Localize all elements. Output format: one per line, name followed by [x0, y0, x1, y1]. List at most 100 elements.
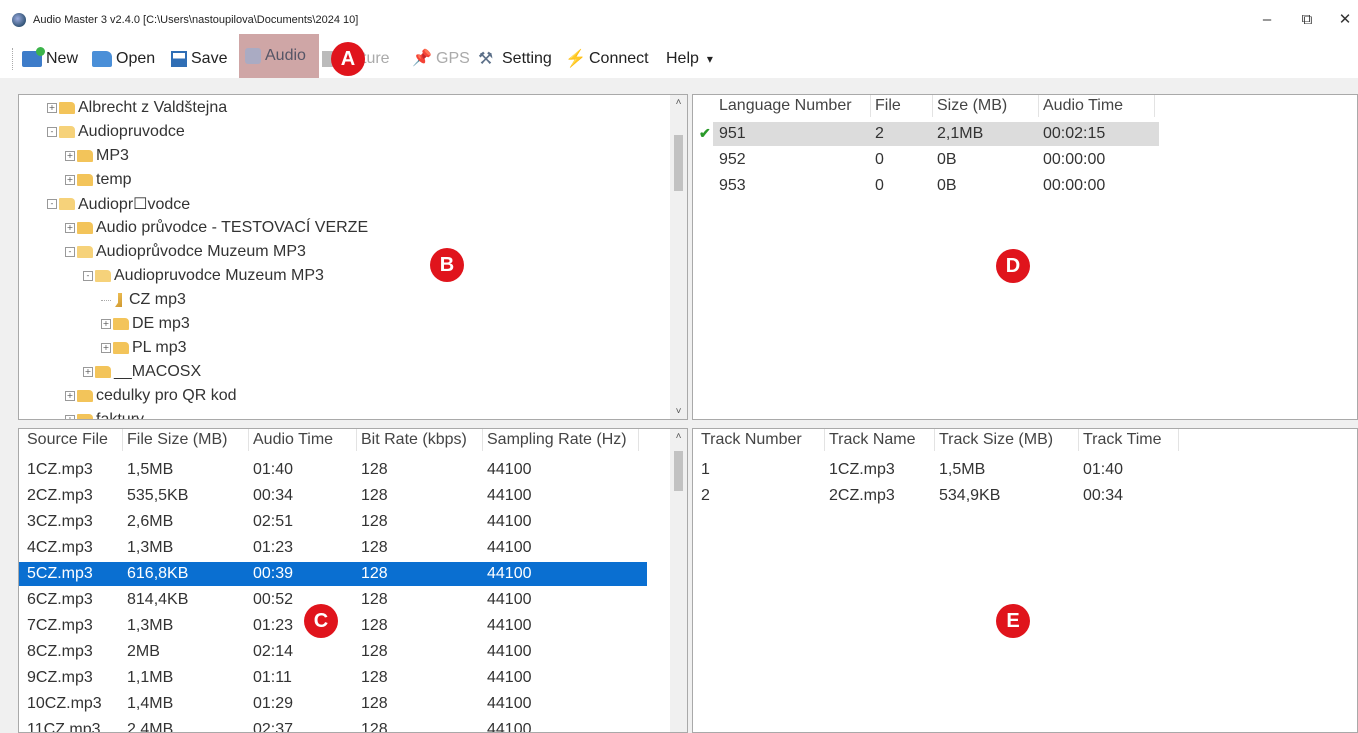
table-cell: 02:14 [253, 643, 294, 660]
table-cell: 128 [361, 591, 388, 608]
table-cell: 128 [361, 487, 388, 504]
folder-icon [95, 366, 111, 378]
marker-b: B [430, 248, 464, 282]
source-scroll-thumb[interactable] [674, 451, 683, 491]
tree-item[interactable]: + MP3 [65, 145, 129, 167]
table-cell: 1,1MB [127, 669, 174, 686]
tree-line [101, 299, 111, 301]
expand-icon[interactable]: + [101, 343, 111, 353]
table-cell: 6CZ.mp3 [27, 591, 93, 608]
selected-row-highlight[interactable] [19, 562, 647, 586]
setting-button[interactable]: ⚒ Setting [478, 45, 552, 73]
table-cell: 00:00:00 [1043, 177, 1106, 194]
expand-icon[interactable]: + [65, 391, 75, 401]
tree-item[interactable]: + temp [65, 169, 132, 191]
gps-button[interactable]: 📌 GPS [412, 45, 470, 73]
collapse-icon[interactable]: - [47, 199, 57, 209]
table-cell: 44100 [487, 591, 532, 608]
table-cell: 44100 [487, 461, 532, 478]
toolbar: New Open Save Audio ture 📌 GPS ⚒ Setting… [0, 34, 1358, 78]
save-button[interactable]: Save [171, 45, 227, 73]
scroll-up-icon[interactable]: ˄ [670, 97, 687, 108]
expand-icon[interactable]: + [65, 223, 75, 233]
tree-item[interactable]: + faktury [65, 409, 144, 419]
column-header[interactable]: Bit Rate (kbps) [357, 429, 483, 451]
audio-button[interactable]: Audio [239, 34, 319, 78]
table-cell: 1,3MB [127, 617, 174, 634]
expand-icon[interactable]: + [101, 319, 111, 329]
tree-item[interactable]: - Audiopruvodce Muzeum MP3 [83, 265, 324, 287]
title-bar: Audio Master 3 v2.4.0 [C:\Users\nastoupi… [0, 0, 1358, 40]
setting-label: Setting [502, 50, 552, 67]
source-scrollbar[interactable]: ˄ [670, 429, 687, 732]
tree-item[interactable]: + cedulky pro QR kod [65, 385, 237, 407]
help-menu[interactable]: Help ▾ [666, 45, 713, 73]
tree-item[interactable]: + Albrecht z Valdštejna [47, 97, 227, 119]
picture-label: ture [362, 50, 390, 67]
source-files-panel[interactable]: Source File File Size (MB) Audio Time Bit R… [18, 428, 688, 733]
table-cell: 1,4MB [127, 695, 174, 712]
connect-button[interactable]: ⚡ Connect [565, 45, 649, 73]
expand-icon[interactable]: + [83, 367, 93, 377]
expand-icon[interactable]: + [65, 151, 75, 161]
dropdown-arrow-icon: ▾ [706, 52, 713, 66]
table-cell: 2 [701, 487, 710, 504]
folder-tree-panel[interactable]: + Albrecht z Valdštejna - Audiopruvodce + MP3… [18, 94, 688, 420]
pin-icon: 📌 [412, 50, 432, 67]
column-header[interactable]: Source File [23, 429, 123, 451]
new-button[interactable]: New [22, 45, 78, 73]
expand-icon[interactable]: + [47, 103, 57, 113]
table-cell: 0 [875, 177, 884, 194]
table-cell: 128 [361, 643, 388, 660]
scroll-up-icon[interactable]: ˄ [670, 431, 687, 442]
tree-item[interactable]: CZ mp3 [101, 289, 186, 311]
column-header[interactable]: Language Number [715, 95, 871, 117]
table-cell: 1,5MB [127, 461, 174, 478]
table-cell: 2 [875, 125, 884, 142]
scroll-down-icon[interactable]: ˅ [670, 406, 687, 417]
connect-label: Connect [589, 50, 649, 67]
marker-d: D [996, 249, 1030, 283]
column-header[interactable]: Sampling Rate (Hz) [483, 429, 639, 451]
expand-icon[interactable]: + [65, 415, 75, 419]
open-button[interactable]: Open [92, 45, 155, 73]
column-header[interactable]: File Size (MB) [123, 429, 249, 451]
column-header[interactable]: Audio Time [249, 429, 357, 451]
maximize-button[interactable]: ⧉ [1287, 6, 1327, 34]
close-button[interactable]: ✕ [1325, 6, 1358, 34]
tree-item[interactable]: + DE mp3 [101, 313, 190, 335]
collapse-icon[interactable]: - [65, 247, 75, 257]
tree-item[interactable]: - Audioprůvodce Muzeum MP3 [65, 241, 306, 263]
table-cell: 128 [361, 721, 388, 733]
tree-item[interactable]: + __MACOSX [83, 361, 201, 383]
table-cell: 01:40 [253, 461, 294, 478]
column-header[interactable]: File [871, 95, 933, 117]
tracks-panel[interactable]: Track Number Track Name Track Size (MB) Tra… [692, 428, 1358, 733]
column-header[interactable]: Size (MB) [933, 95, 1039, 117]
column-header[interactable]: Track Time [1079, 429, 1179, 451]
table-cell: 2MB [127, 643, 160, 660]
tree-scrollbar[interactable]: ˄ ˅ [670, 95, 687, 419]
column-header[interactable]: Track Size (MB) [935, 429, 1079, 451]
tree-item-label: Albrecht z Valdštejna [78, 99, 228, 116]
tree-item[interactable]: + Audio průvodce - TESTOVACÍ VERZE [65, 217, 368, 239]
minimize-button[interactable]: – [1247, 6, 1287, 34]
table-cell: 4CZ.mp3 [27, 539, 93, 556]
table-header: Source File File Size (MB) Audio Time Bit R… [23, 429, 639, 451]
tree-item[interactable]: - Audiopruvodce [47, 121, 185, 143]
collapse-icon[interactable]: - [47, 127, 57, 137]
tree-item-label: Audio průvodce - TESTOVACÍ VERZE [96, 219, 369, 236]
tree-item[interactable]: + PL mp3 [101, 337, 187, 359]
audio-label: Audio [265, 47, 306, 64]
tree-scroll-thumb[interactable] [674, 135, 683, 191]
column-header[interactable]: Track Name [825, 429, 935, 451]
column-header[interactable]: Track Number [697, 429, 825, 451]
tree-item-label: Audiopruvodce [78, 123, 185, 140]
column-header[interactable]: Audio Time [1039, 95, 1155, 117]
expand-icon[interactable]: + [65, 175, 75, 185]
collapse-icon[interactable]: - [83, 271, 93, 281]
table-cell: 1 [701, 461, 710, 478]
table-cell: 0B [937, 151, 957, 168]
folder-icon [77, 150, 93, 162]
tree-item[interactable]: - Audiopr☐vodce [47, 193, 190, 215]
